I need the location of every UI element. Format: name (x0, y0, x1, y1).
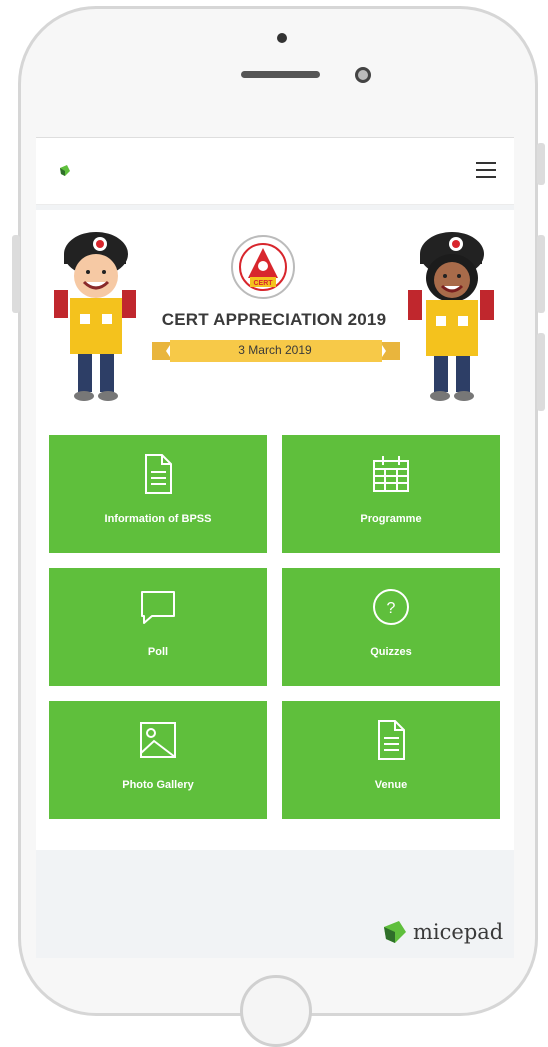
event-banner: CERT CERT APPRECIATION 2019 3 March 2019 (36, 210, 514, 420)
main-content: CERT CERT APPRECIATION 2019 3 March 2019 (36, 210, 514, 850)
tile-label: Programme (360, 513, 422, 525)
tile-label: Quizzes (370, 646, 412, 658)
tile-information-of-bpss[interactable]: Information of BPSS (49, 435, 267, 553)
question-circle-icon: ? (373, 589, 409, 625)
phone-side-button (537, 235, 545, 313)
event-title: CERT APPRECIATION 2019 (161, 310, 387, 329)
micepad-leaf-icon (384, 921, 406, 943)
phone-side-button (537, 333, 545, 411)
image-icon (140, 722, 176, 758)
phone-volume-button (12, 235, 20, 313)
hamburger-menu-icon[interactable] (476, 161, 496, 179)
event-date: 3 March 2019 (238, 343, 312, 357)
tile-programme[interactable]: Programme (282, 435, 500, 553)
tile-venue[interactable]: Venue (282, 701, 500, 819)
tile-poll[interactable]: Poll (49, 568, 267, 686)
tile-label: Poll (147, 646, 169, 658)
cert-badge-logo: CERT (231, 235, 295, 299)
right-mascot-illustration (408, 232, 494, 401)
phone-power-button (537, 143, 545, 185)
cert-badge-text: CERT (253, 280, 273, 287)
phone-camera (355, 67, 371, 83)
document-icon (145, 454, 172, 494)
left-mascot-illustration (54, 232, 136, 401)
tile-label: Photo Gallery (122, 779, 194, 791)
tile-quizzes[interactable]: ? Quizzes (282, 568, 500, 686)
phone-sensor (277, 33, 287, 43)
chat-bubble-icon (141, 591, 175, 624)
micepad-leaf-icon[interactable] (58, 164, 72, 178)
top-bar (36, 138, 514, 205)
svg-text:?: ? (387, 600, 396, 617)
calendar-icon (373, 456, 409, 492)
tile-label: Venue (374, 779, 408, 791)
brand-name: micepad (413, 920, 504, 944)
tile-label: Information of BPSS (104, 513, 212, 525)
phone-speaker (241, 71, 320, 78)
micepad-footer-logo: micepad (381, 919, 503, 945)
tile-photo-gallery[interactable]: Photo Gallery (49, 701, 267, 819)
document-icon (378, 720, 405, 760)
app-screen: CERT CERT APPRECIATION 2019 3 March 2019 (36, 137, 514, 958)
